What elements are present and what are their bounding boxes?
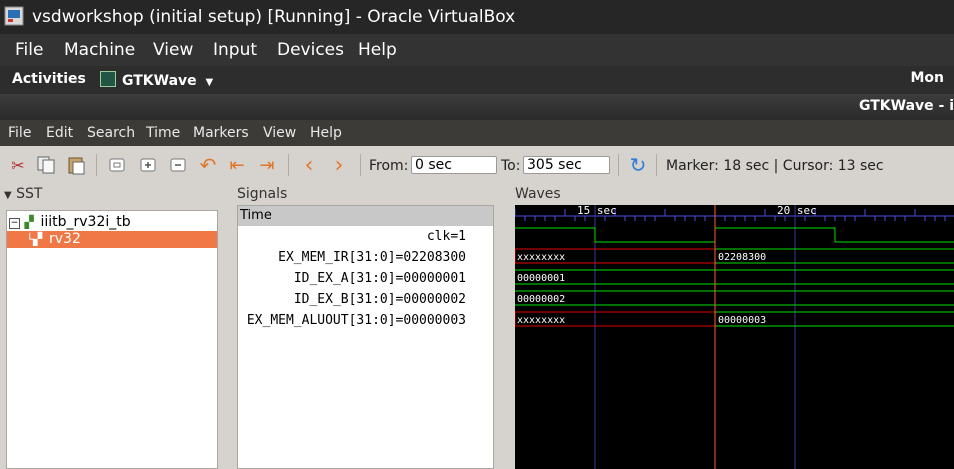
gtkwave-window-title: GTKWave - i	[858, 98, 954, 114]
menu-file[interactable]: File	[8, 125, 31, 141]
marker-cursor-readout: Marker: 18 sec | Cursor: 13 sec	[666, 158, 884, 174]
copy-icon[interactable]	[35, 154, 57, 176]
vbox-menu-file[interactable]: File	[15, 40, 43, 60]
vbox-menu-view[interactable]: View	[153, 40, 193, 60]
menu-time[interactable]: Time	[146, 125, 180, 141]
zoom-to-end-icon[interactable]: ⇥	[256, 154, 278, 176]
signal-row-clk[interactable]: clk=1	[238, 226, 493, 247]
vbox-window-title: vsdworkshop (initial setup) [Running] - …	[32, 7, 516, 27]
gtkwave-titlebar: GTKWave - i	[0, 94, 954, 120]
toolbar-separator	[288, 154, 289, 176]
to-label: To:	[501, 158, 521, 174]
signal-row-ex-mem-aluout[interactable]: EX_MEM_ALUOUT[31:0]=00000003	[238, 310, 493, 331]
sst-tree: − ▞ iiitb_rv32i_tb └▞ rv32	[6, 210, 218, 469]
tree-branch-icon: └	[26, 233, 33, 246]
sst-label: SST	[16, 186, 43, 202]
waves-canvas[interactable]: 15 sec 20 sec xxxxxxxx 02208300 00000001…	[515, 205, 954, 469]
aluout-value-before: xxxxxxxx	[517, 315, 565, 326]
zoom-out-icon[interactable]	[167, 154, 189, 176]
signals-label: Signals	[237, 186, 288, 202]
aluout-value-after: 00000003	[718, 315, 766, 326]
zoom-in-icon[interactable]	[137, 154, 159, 176]
reload-icon[interactable]: ↻	[627, 153, 649, 177]
menu-view[interactable]: View	[263, 125, 296, 141]
from-time-input[interactable]: 0 sec	[411, 156, 497, 174]
vbox-menu-help[interactable]: Help	[358, 40, 397, 60]
module-icon: ▞	[24, 215, 34, 229]
collapse-icon: −	[9, 218, 20, 229]
menu-search[interactable]: Search	[87, 125, 135, 141]
toolbar-separator	[96, 154, 97, 176]
signals-time-header[interactable]: Time	[238, 206, 493, 226]
ubuntu-top-panel: Activities GTKWave ▼ Mon	[0, 66, 954, 94]
triangle-down-icon: ▼	[4, 190, 12, 201]
menu-markers[interactable]: Markers	[193, 125, 249, 141]
signal-row-id-ex-b[interactable]: ID_EX_B[31:0]=00000002	[238, 289, 493, 310]
app-menu[interactable]: GTKWave ▼	[100, 71, 213, 89]
tree-node-root[interactable]: − ▞ iiitb_rv32i_tb	[9, 213, 131, 231]
module-icon: ▞	[33, 232, 43, 246]
signals-list: Time clk=1 EX_MEM_IR[31:0]=02208300 ID_E…	[237, 205, 494, 469]
zoom-fit-icon[interactable]	[106, 154, 128, 176]
cut-icon[interactable]: ✂	[7, 154, 29, 176]
undo-zoom-icon[interactable]: ↶	[197, 153, 219, 177]
signal-row-id-ex-a[interactable]: ID_EX_A[31:0]=00000001	[238, 268, 493, 289]
tree-node-root-label: iiitb_rv32i_tb	[40, 214, 131, 230]
a-value: 00000001	[517, 273, 565, 284]
find-next-edge-icon[interactable]: ›	[328, 153, 350, 178]
toolbar: ✂ ↶ ⇤ ⇥ ‹ › From: 0 sec To: 305 sec ↻ Ma…	[0, 146, 954, 184]
toolbar-separator	[656, 154, 657, 176]
tree-node-rv32[interactable]: └▞ rv32	[7, 231, 217, 248]
vbox-menubar: File Machine View Input Devices Help	[0, 34, 954, 66]
tick-label-20: 20 sec	[777, 205, 817, 217]
signal-row-ex-mem-ir[interactable]: EX_MEM_IR[31:0]=02208300	[238, 247, 493, 268]
panel-clock[interactable]: Mon	[910, 70, 944, 86]
waveform-display: 15 sec 20 sec xxxxxxxx 02208300 00000001…	[515, 205, 954, 469]
toolbar-separator	[360, 154, 361, 176]
chevron-down-icon: ▼	[205, 77, 214, 88]
virtualbox-logo-icon	[4, 6, 24, 26]
sst-expander[interactable]: ▼ SST	[4, 186, 42, 202]
zoom-to-start-icon[interactable]: ⇤	[226, 154, 248, 176]
tick-label-15: 15 sec	[577, 205, 617, 217]
waves-label: Waves	[515, 186, 561, 202]
menu-help[interactable]: Help	[310, 125, 342, 141]
vbox-menu-devices[interactable]: Devices	[277, 40, 344, 60]
menu-edit[interactable]: Edit	[46, 125, 73, 141]
app-menu-label: GTKWave	[122, 73, 197, 89]
vbox-menu-input[interactable]: Input	[213, 40, 257, 60]
gtkwave-app-icon	[100, 71, 116, 87]
to-time-input[interactable]: 305 sec	[523, 156, 610, 174]
paste-icon[interactable]	[65, 154, 87, 176]
activities-button[interactable]: Activities	[12, 71, 86, 87]
vbox-titlebar: vsdworkshop (initial setup) [Running] - …	[0, 0, 954, 34]
vbox-menu-machine[interactable]: Machine	[64, 40, 135, 60]
gtkwave-menubar: File Edit Search Time Markers View Help	[0, 120, 954, 146]
toolbar-separator	[618, 154, 619, 176]
find-previous-edge-icon[interactable]: ‹	[298, 153, 320, 178]
from-label: From:	[369, 158, 409, 174]
tree-node-rv32-label: rv32	[49, 231, 81, 247]
ir-value-after: 02208300	[718, 252, 766, 263]
b-value: 00000002	[517, 294, 565, 305]
clk-waveform[interactable]	[515, 227, 954, 243]
ir-value-before: xxxxxxxx	[517, 252, 565, 263]
